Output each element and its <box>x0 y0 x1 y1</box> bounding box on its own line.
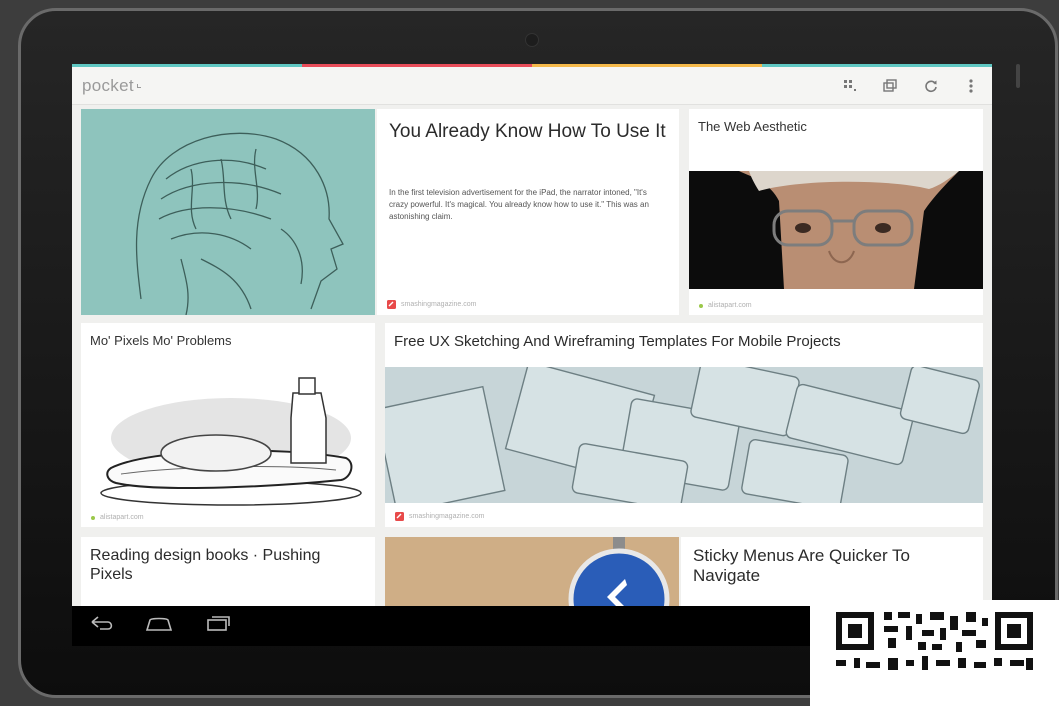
article-image-portrait <box>689 171 983 289</box>
tiles-icon[interactable] <box>880 75 902 97</box>
home-icon[interactable] <box>144 614 174 634</box>
article-card[interactable]: Free UX Sketching And Wireframing Templa… <box>385 323 983 527</box>
logo-caret-icon <box>136 83 141 88</box>
smashing-logo-icon <box>387 300 396 309</box>
source-label: alistapart.com <box>708 302 752 309</box>
article-title[interactable]: Sticky Menus Are Quicker To Navigate <box>693 546 973 586</box>
overflow-menu-icon[interactable] <box>960 75 982 97</box>
article-title[interactable]: You Already Know How To Use It <box>389 121 674 143</box>
source-label: alistapart.com <box>100 514 144 521</box>
toolbar-actions <box>840 67 982 105</box>
article-card[interactable]: Reading design books · Pushing Pixels <box>81 537 375 606</box>
action-bar: pocket <box>72 67 992 105</box>
side-button <box>1016 64 1020 88</box>
app-screen: pocket You Already Know How To Use It In… <box>72 64 992 606</box>
article-card[interactable]: You Already Know How To Use It In the fi… <box>377 109 679 315</box>
article-card[interactable]: The Web Aesthetic alistapart.com <box>689 109 983 315</box>
article-source: alistapart.com <box>699 302 752 309</box>
article-image-brain[interactable] <box>81 109 375 315</box>
recent-apps-icon[interactable] <box>204 614 232 634</box>
qr-code <box>810 600 1059 706</box>
source-label: smashingmagazine.com <box>401 301 477 308</box>
article-image-sausage <box>100 377 362 506</box>
article-image-wireframes <box>385 367 983 503</box>
grid-view-icon[interactable] <box>840 75 862 97</box>
article-image-sign[interactable] <box>385 537 679 606</box>
article-source: smashingmagazine.com <box>387 300 476 309</box>
article-title[interactable]: Reading design books · Pushing Pixels <box>90 546 365 584</box>
alistapart-logo-icon <box>699 303 703 308</box>
source-label: smashingmagazine.com <box>409 513 485 520</box>
article-card[interactable]: Sticky Menus Are Quicker To Navigate <box>681 537 983 606</box>
article-card[interactable]: Mo' Pixels Mo' Problems alistapart.com <box>81 323 375 527</box>
article-source: alistapart.com <box>91 514 144 521</box>
back-icon[interactable] <box>88 614 116 634</box>
article-title[interactable]: Mo' Pixels Mo' Problems <box>90 333 232 349</box>
article-title[interactable]: Free UX Sketching And Wireframing Templa… <box>394 333 841 350</box>
smashing-logo-icon <box>395 512 404 521</box>
article-source: smashingmagazine.com <box>395 512 484 521</box>
alistapart-logo-icon <box>91 515 95 520</box>
front-camera <box>525 33 539 47</box>
refresh-icon[interactable] <box>920 75 942 97</box>
article-title[interactable]: The Web Aesthetic <box>698 119 807 135</box>
app-logo[interactable]: pocket <box>82 76 134 96</box>
article-excerpt: In the first television advertisement fo… <box>389 188 649 221</box>
